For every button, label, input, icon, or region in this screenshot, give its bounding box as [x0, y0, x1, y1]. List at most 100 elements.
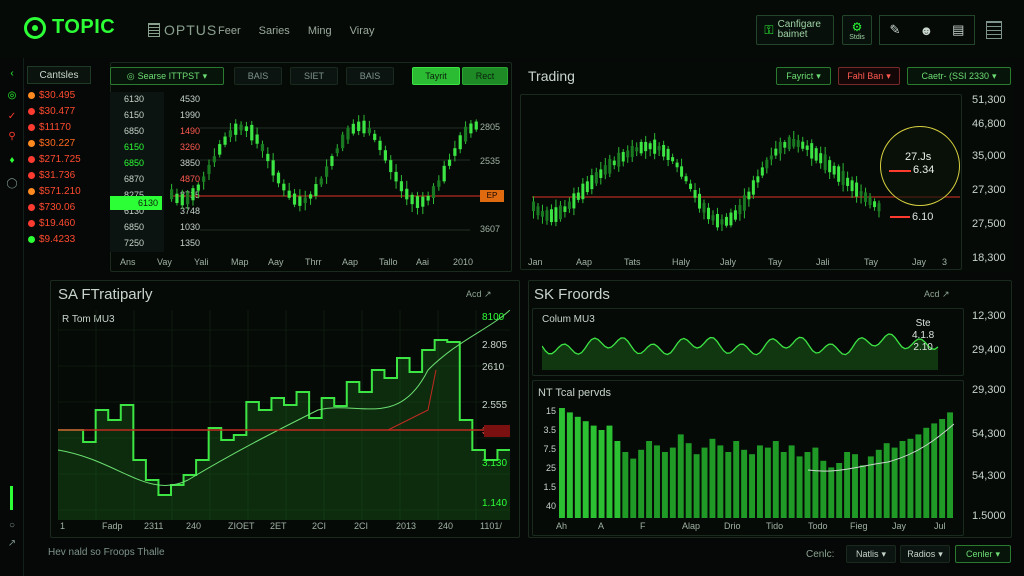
nav-item-3[interactable]: Ming — [308, 25, 332, 37]
nav-item-1[interactable]: Feer — [218, 25, 241, 37]
y-tick: 7.5 — [543, 444, 556, 454]
status-dot-icon — [28, 172, 35, 179]
bar — [646, 441, 653, 518]
panel3-corner[interactable]: Acd ↗ — [466, 289, 492, 300]
trading-select-3[interactable]: Caetr- (SSI 2330 ▾ — [907, 67, 1011, 85]
line-chart-4a[interactable] — [542, 318, 950, 370]
candle-body — [796, 140, 800, 147]
candle-body — [572, 193, 576, 209]
x-tick: 2311 — [144, 521, 164, 531]
x-tick: Ah — [556, 521, 568, 531]
nav-item-4[interactable]: Viray — [350, 25, 375, 37]
bar — [638, 449, 645, 518]
logo-text: TOPIC — [52, 16, 116, 38]
footer-button-2[interactable]: Radios ▾ — [900, 545, 950, 563]
sidebar-menu-icon[interactable]: ‹ — [6, 68, 18, 80]
sidebar-level-bar — [10, 486, 13, 510]
trading-select-1[interactable]: Fayrict ▾ — [776, 67, 831, 85]
watchlist-item[interactable]: $571.210 — [28, 186, 81, 197]
candle-body — [532, 201, 535, 212]
axis-tick: 29,400 — [972, 344, 1006, 356]
highlighted-price[interactable]: 6130 — [110, 196, 162, 210]
watchlist-title[interactable]: Cantsles — [27, 66, 91, 84]
chart1-right-axis: 2805 2535 3607 EP — [478, 92, 512, 262]
tab-1[interactable]: BAIS — [234, 67, 282, 85]
status-dot-icon — [28, 188, 35, 195]
candle-body — [855, 182, 859, 197]
sidebar-arrow-icon[interactable]: ↗ — [6, 538, 18, 550]
candle-body — [415, 196, 420, 209]
bar — [828, 467, 835, 518]
sidebar-leaf-icon[interactable]: ♦ — [6, 155, 18, 167]
candle-body — [196, 184, 200, 191]
annotation-marker — [890, 216, 910, 218]
bar — [788, 445, 795, 518]
area-chart-3[interactable] — [58, 310, 510, 520]
candle-body — [389, 160, 393, 173]
watchlist-item[interactable]: $730.06 — [28, 202, 75, 213]
user-icon[interactable]: ☻ — [919, 23, 933, 38]
panel4-title: SK Froords — [534, 286, 610, 303]
sidebar-search-icon[interactable]: ⚲ — [6, 131, 18, 143]
x-tick: 240 — [438, 521, 454, 531]
tab-2[interactable]: SIET — [290, 67, 338, 85]
candle-body — [308, 194, 313, 199]
candle-body — [626, 150, 630, 158]
series-select[interactable]: ◎ Searse ITTPST ▾ — [110, 67, 224, 85]
candle-body — [567, 201, 571, 209]
price-a-cell: 6870 — [124, 174, 145, 184]
watchlist-item[interactable]: $11170 — [28, 122, 71, 133]
candle-body — [823, 154, 827, 170]
candle-body — [558, 205, 562, 220]
trading-select-2[interactable]: Fahl Ban ▾ — [838, 67, 900, 85]
candle-body — [180, 194, 184, 206]
x-tick: Yali — [194, 257, 209, 267]
candle-body — [760, 167, 764, 176]
price-a-cell: 7250 — [124, 238, 145, 248]
watchlist-item[interactable]: $271.725 — [28, 154, 81, 165]
chevron-down-icon: ▾ — [992, 70, 997, 81]
candle-body — [563, 206, 567, 212]
watchlist-item[interactable]: $30.227 — [28, 138, 75, 149]
candle-body — [585, 181, 589, 193]
sidebar-circle-small-icon[interactable]: ○ — [6, 520, 18, 532]
trading-select-3-label: Caetr- (SSI 2330 — [921, 71, 989, 81]
window-icon[interactable]: ▤ — [952, 22, 964, 38]
bar-chart-4b[interactable] — [558, 404, 954, 518]
candle-body — [378, 140, 382, 151]
bar — [701, 447, 708, 518]
series-select-label: Searse ITTPST — [137, 71, 200, 81]
pencil-icon[interactable]: ✎ — [890, 22, 901, 38]
toggle-a[interactable]: Tayrit — [412, 67, 460, 85]
watchlist-item[interactable]: $9.4233 — [28, 234, 75, 245]
watchlist-item[interactable]: $19.460 — [28, 218, 75, 229]
candle-body — [608, 158, 612, 174]
settings-button[interactable]: ⚙ Stdis — [842, 15, 872, 45]
document-icon[interactable] — [986, 21, 1002, 39]
footer-button-1[interactable]: Natlis ▾ — [846, 545, 896, 563]
sidebar-gear-icon[interactable]: ◯ — [6, 178, 18, 190]
panel4-corner[interactable]: Acd ↗ — [924, 289, 950, 300]
sidebar-circle-icon[interactable]: ◎ — [6, 90, 18, 102]
configure-button[interactable]: ⚿ Canfigare baimet — [756, 15, 834, 45]
watchlist-value: $31.736 — [39, 170, 76, 181]
candlestick-chart-1[interactable] — [160, 92, 510, 262]
watchlist-item[interactable]: $31.736 — [28, 170, 75, 181]
footer-button-3[interactable]: Cenler ▾ — [955, 545, 1011, 563]
tab-3[interactable]: BAIS — [346, 67, 394, 85]
y-tick: 25 — [545, 463, 556, 473]
candle-body — [292, 193, 297, 205]
bar — [622, 452, 629, 518]
watchlist-item[interactable]: $30.495 — [28, 90, 75, 101]
footer-note: Hev nald so Froops Thalle — [48, 547, 165, 558]
bar — [606, 425, 613, 518]
status-dot-icon — [28, 92, 35, 99]
candle-body — [346, 128, 350, 140]
price-bubble[interactable]: 27.Js 6.34 — [880, 126, 960, 206]
sidebar-pencil-icon[interactable]: ✓ — [6, 111, 18, 123]
toggle-b[interactable]: Rect — [462, 67, 508, 85]
nav-item-2[interactable]: Saries — [259, 25, 290, 37]
watchlist-item[interactable]: $30.477 — [28, 106, 75, 117]
candle-body — [362, 120, 366, 134]
app-logo[interactable]: TOPIC — [24, 16, 115, 39]
